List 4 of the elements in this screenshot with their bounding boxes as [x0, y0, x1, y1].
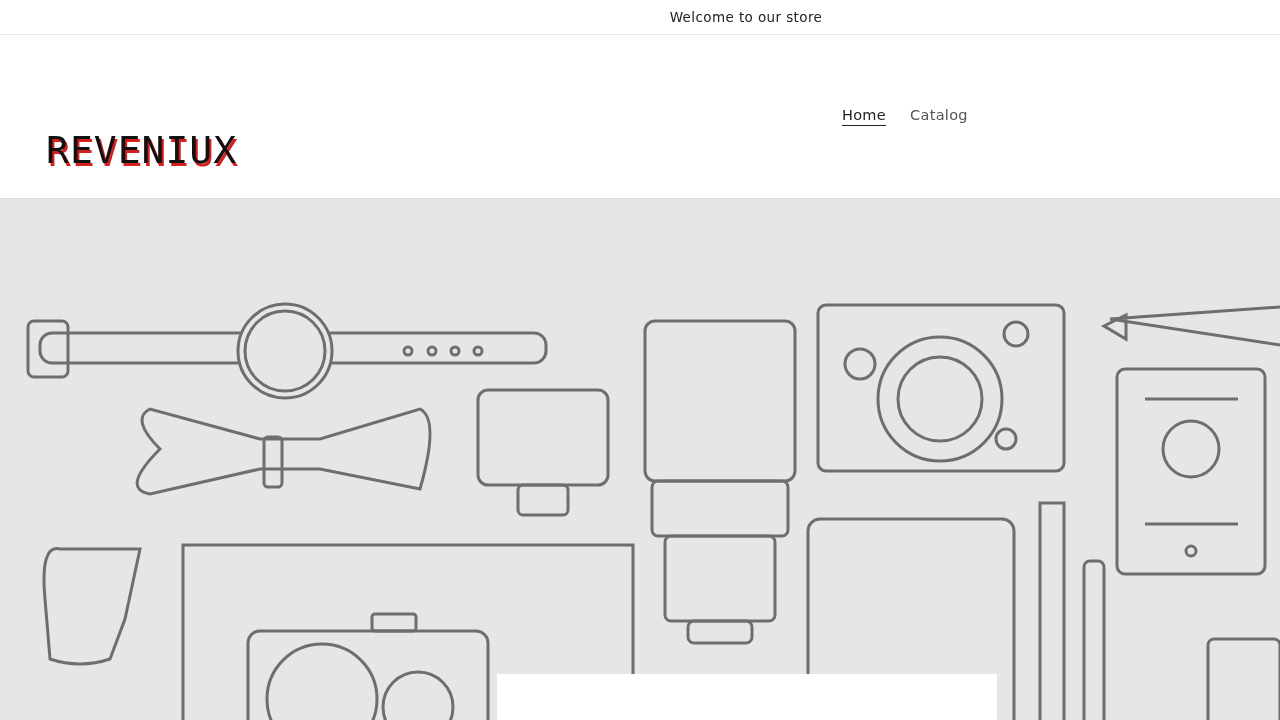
nav-link[interactable]: Home	[842, 107, 887, 126]
store-logo[interactable]: REVENIUX	[46, 131, 238, 172]
announcement-text: Welcome to our store	[669, 9, 823, 25]
nav-link[interactable]: Catalog	[910, 107, 968, 126]
